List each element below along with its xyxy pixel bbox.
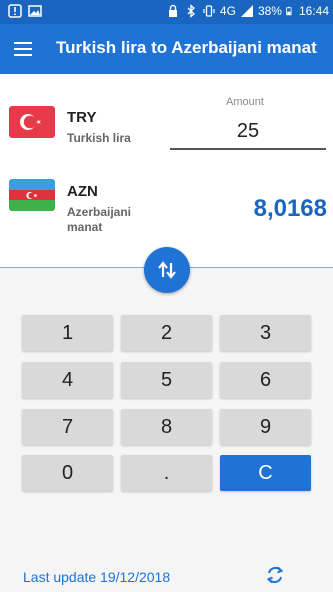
key-0[interactable]: 0 [22, 455, 113, 491]
bluetooth-icon [187, 4, 195, 18]
vibrate-icon [203, 5, 215, 17]
network-type: 4G [219, 4, 236, 18]
app-bar: Turkish lira to Azerbaijani manat [0, 24, 333, 74]
key-5[interactable]: 5 [121, 362, 212, 398]
swap-currencies-button[interactable] [144, 247, 190, 293]
amount-label: Amount [226, 96, 264, 108]
key-7[interactable]: 7 [22, 409, 113, 445]
page-title: Turkish lira to Azerbaijani manat [56, 38, 317, 57]
turkey-flag-icon[interactable] [9, 106, 55, 138]
key-decimal[interactable]: . [121, 455, 212, 491]
clear-button[interactable]: C [220, 455, 311, 491]
conversion-panel: TRY Turkish lira Amount 25 AZN Azerbaija… [0, 74, 333, 268]
signal-icon [240, 5, 253, 17]
from-currency-code[interactable]: TRY [67, 109, 96, 126]
menu-icon[interactable] [14, 38, 36, 60]
to-currency-name-line1: Azerbaijani [67, 205, 132, 219]
key-2[interactable]: 2 [121, 315, 212, 351]
key-8[interactable]: 8 [121, 409, 212, 445]
swap-icon [158, 261, 176, 279]
key-3[interactable]: 3 [220, 315, 311, 351]
lock-icon [168, 4, 177, 17]
image-icon [28, 5, 42, 17]
battery-icon [286, 6, 292, 16]
from-currency-name: Turkish lira [67, 131, 131, 145]
key-1[interactable]: 1 [22, 315, 113, 351]
converted-result: 8,0168 [253, 195, 327, 222]
amount-input[interactable]: 25 [170, 114, 326, 150]
key-9[interactable]: 9 [220, 409, 311, 445]
key-6[interactable]: 6 [220, 362, 311, 398]
azerbaijan-flag-icon[interactable] [9, 179, 55, 211]
battery-percent: 38% [257, 4, 282, 18]
to-currency-code[interactable]: AZN [67, 183, 98, 200]
to-currency-name-line2: manat [67, 220, 103, 234]
alert-icon [8, 4, 22, 18]
key-4[interactable]: 4 [22, 362, 113, 398]
clock: 16:44 [298, 4, 329, 18]
refresh-icon[interactable] [264, 564, 286, 586]
last-update-text: Last update 19/12/2018 [23, 569, 171, 585]
status-bar: 4G 38% 16:44 [0, 0, 333, 24]
